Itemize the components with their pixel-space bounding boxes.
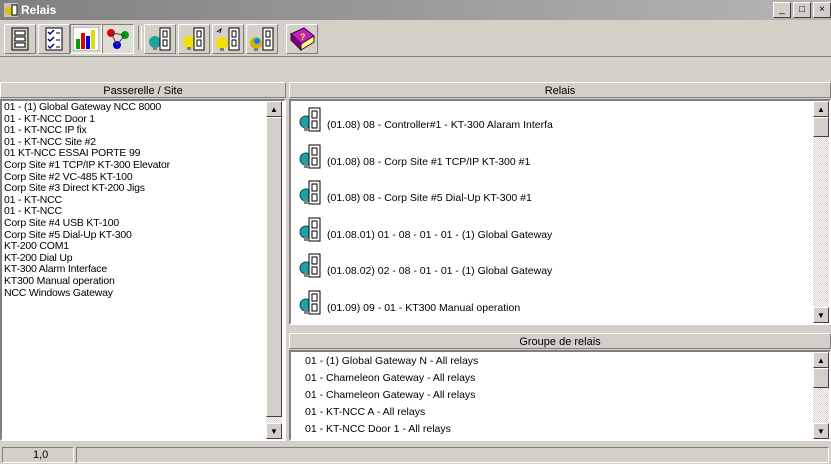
relay-group-icon (250, 27, 274, 51)
gateway-site-list[interactable]: 01 - (1) Global Gateway NCC 8000 01 - KT-… (0, 99, 286, 441)
help-book-icon: ? (290, 27, 315, 52)
gateway-site-item[interactable]: KT-200 COM1 (4, 241, 69, 252)
status-message (76, 447, 829, 463)
relay-icon (299, 217, 321, 241)
minimize-button[interactable]: _ (773, 2, 791, 18)
gateway-site-item[interactable]: 01 - KT-NCC (4, 194, 62, 206)
gateway-site-item[interactable]: Corp Site #2 VC-485 KT-100 (4, 171, 133, 183)
gateway-site-item[interactable]: 01 KT-NCC ESSAI PORTE 99 (4, 148, 140, 159)
relay-group-item[interactable]: 01 - KT-NCC A - All relays (305, 406, 425, 418)
scroll-up-button[interactable]: ▲ (813, 101, 829, 117)
toolbar-relay-on-button[interactable] (178, 24, 210, 54)
gateway-site-item[interactable]: 01 - (1) Global Gateway NCC 8000 (4, 102, 161, 113)
toolbar-network-button[interactable] (102, 24, 134, 54)
gateway-list-scrollbar[interactable]: ▲ ▼ (266, 101, 282, 439)
list-view-icon (11, 27, 29, 51)
relay-item[interactable]: (01.08) 08 - Controller#1 - KT-300 Alara… (299, 101, 553, 133)
toolbar-list-view-button[interactable] (4, 24, 36, 54)
bar-chart-icon (73, 27, 99, 51)
relay-icon (299, 253, 321, 278)
relay-group-item[interactable]: 01 - Chameleon Gateway - All relays (305, 389, 475, 401)
relais-list-scrollbar[interactable]: ▲ ▼ (813, 101, 829, 323)
gateway-site-item[interactable]: 01 - KT-NCC IP fix (4, 125, 87, 136)
status-position: 1,0 (2, 447, 74, 463)
scroll-up-button[interactable]: ▲ (266, 101, 282, 117)
toolbar-checklist-button[interactable] (38, 24, 70, 54)
relay-icon (299, 290, 321, 314)
title-bar[interactable]: Relais _ □ × (0, 0, 831, 20)
relay-item-label: (01.08.01) 01 - 08 - 01 - 01 - (1) Globa… (327, 228, 553, 241)
relay-item[interactable]: (01.08.02) 02 - 08 - 01 - 01 - (1) Globa… (299, 245, 552, 279)
relay-item-label: (01.08) 08 - Corp Site #5 Dial-Up KT-300… (327, 192, 532, 204)
scroll-thumb[interactable] (813, 368, 829, 388)
relay-app-icon (4, 3, 18, 17)
svg-text:?: ? (300, 32, 306, 42)
relay-bulb-icon (149, 27, 171, 51)
relay-item[interactable]: (01.09) 09 - 01 - KT300 Manual operation (299, 282, 520, 316)
toolbar-relay-pulse-button[interactable] (212, 24, 244, 54)
gateway-site-item[interactable]: KT-300 Alarm Interface (4, 264, 107, 275)
group-list-scrollbar[interactable]: ▲ ▼ (813, 352, 829, 439)
scroll-up-button[interactable]: ▲ (813, 352, 829, 368)
gateway-site-header[interactable]: Passerelle / Site (0, 82, 286, 98)
toolbar: ? (0, 20, 831, 57)
relay-group-header[interactable]: Groupe de relais (289, 333, 831, 349)
relay-item-label: (01.08.02) 02 - 08 - 01 - 01 - (1) Globa… (327, 265, 553, 277)
network-icon (107, 29, 129, 49)
relay-item-label: (01.08) 08 - Corp Site #1 TCP/IP KT-300 … (327, 155, 531, 168)
close-button[interactable]: × (813, 2, 831, 18)
scroll-thumb[interactable] (266, 117, 282, 417)
relay-item[interactable]: (01.08) 08 - Corp Site #1 TCP/IP KT-300 … (299, 136, 530, 170)
relay-group-item[interactable]: 01 - (1) Global Gateway N - All relays (305, 355, 478, 367)
checklist-icon (45, 27, 63, 51)
scroll-down-button[interactable]: ▼ (813, 307, 829, 323)
relay-on-icon (183, 27, 205, 51)
relay-icon (299, 144, 321, 168)
relay-icon (299, 180, 321, 205)
scroll-down-button[interactable]: ▼ (266, 423, 282, 439)
gateway-site-item[interactable]: 01 - KT-NCC (4, 206, 62, 217)
maximize-button[interactable]: □ (793, 2, 811, 18)
scroll-down-button[interactable]: ▼ (813, 423, 829, 439)
relais-list[interactable]: (01.08) 08 - Controller#1 - KT-300 Alara… (289, 99, 831, 325)
gateway-site-item[interactable]: Corp Site #1 TCP/IP KT-300 Elevator (4, 160, 170, 171)
relais-header[interactable]: Relais (289, 82, 831, 98)
gateway-site-item[interactable]: Corp Site #3 Direct KT-200 Jigs (4, 183, 145, 194)
relay-item[interactable]: (01.08.01) 01 - 08 - 01 - 01 - (1) Globa… (299, 209, 552, 243)
toolbar-relay-group-button[interactable] (246, 24, 278, 54)
gateway-site-item[interactable]: 01 - KT-NCC Door 1 (4, 113, 95, 125)
toolbar-help-button[interactable]: ? (286, 24, 318, 54)
relay-group-list[interactable]: 01 - (1) Global Gateway N - All relays 01… (289, 350, 831, 441)
relay-group-item[interactable]: 01 - KT-NCC Door 1 - All relays (305, 423, 451, 435)
toolbar-relay-button[interactable] (144, 24, 176, 54)
relay-item[interactable]: (01.08) 08 - Corp Site #5 Dial-Up KT-300… (299, 172, 532, 206)
gateway-site-item[interactable]: KT300 Manual operation (4, 276, 115, 287)
relay-pulse-icon (216, 27, 240, 51)
status-bar: 1,0 (0, 445, 831, 464)
gateway-site-item[interactable]: Corp Site #4 USB KT-100 (4, 218, 119, 229)
gateway-site-item[interactable]: Corp Site #5 Dial-Up KT-300 (4, 229, 132, 241)
relay-group-item[interactable]: 01 - Chameleon Gateway - All relays (305, 372, 475, 384)
relay-item-label: (01.09) 09 - 01 - KT300 Manual operation (327, 301, 521, 314)
toolbar-chart-button[interactable] (70, 24, 102, 54)
gateway-site-item[interactable]: 01 - KT-NCC Site #2 (4, 136, 96, 148)
window-title: Relais (21, 3, 57, 17)
gateway-site-item[interactable]: NCC Windows Gateway (4, 287, 113, 299)
relay-icon (299, 107, 321, 132)
scroll-thumb[interactable] (813, 117, 829, 137)
gateway-site-item[interactable]: KT-200 Dial Up (4, 252, 73, 264)
relay-item-label: (01.08) 08 - Controller#1 - KT-300 Alara… (327, 119, 553, 131)
